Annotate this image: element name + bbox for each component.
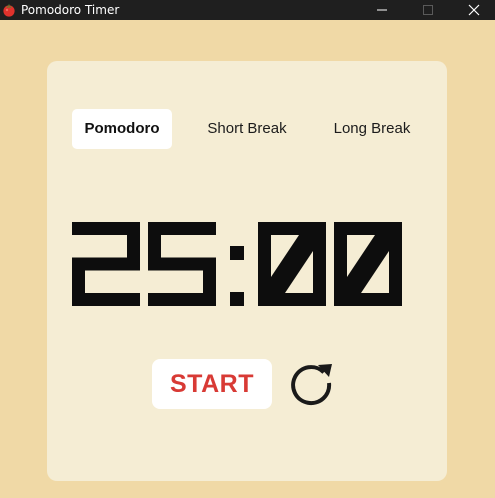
close-button[interactable] xyxy=(454,0,494,20)
timer-display xyxy=(72,222,402,306)
minimize-icon xyxy=(377,9,387,11)
start-button[interactable]: START xyxy=(152,359,272,409)
restart-icon xyxy=(291,364,332,406)
maximize-button[interactable] xyxy=(408,0,448,20)
tomato-icon xyxy=(3,4,15,17)
timer-digit xyxy=(258,222,326,306)
close-icon xyxy=(468,4,480,16)
mode-tabs: Pomodoro Short Break Long Break xyxy=(72,109,432,149)
timer-digit xyxy=(148,222,216,306)
timer-digit xyxy=(72,222,140,306)
timer-digit xyxy=(334,222,402,306)
maximize-icon xyxy=(423,5,433,15)
tab-short-break[interactable]: Short Break xyxy=(197,109,297,149)
tab-long-break[interactable]: Long Break xyxy=(322,109,422,149)
timer-colon xyxy=(230,246,244,306)
window-title: Pomodoro Timer xyxy=(21,3,120,17)
minimize-button[interactable] xyxy=(362,0,402,20)
reset-button[interactable] xyxy=(288,360,336,406)
tab-pomodoro[interactable]: Pomodoro xyxy=(72,109,172,149)
window-titlebar: Pomodoro Timer xyxy=(0,0,495,20)
